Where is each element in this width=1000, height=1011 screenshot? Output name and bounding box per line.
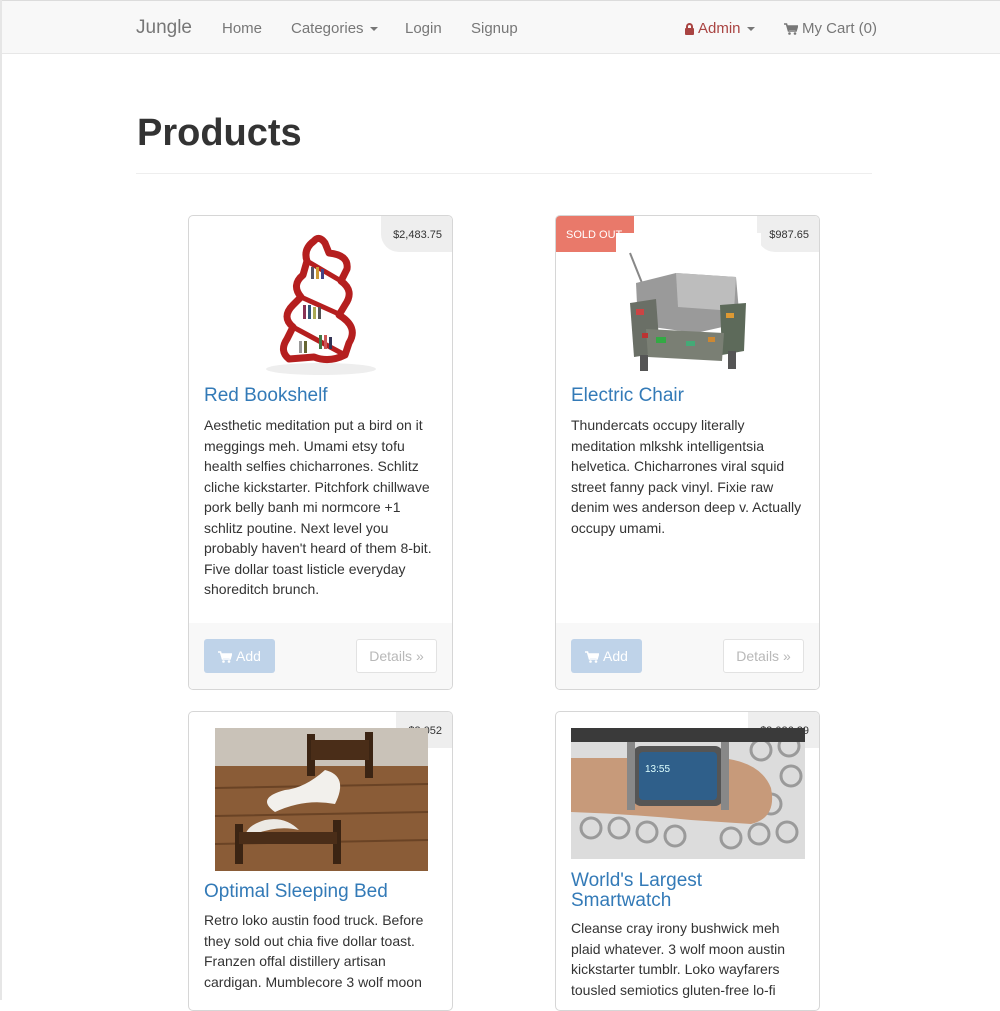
price-tag: $2,483.75 (381, 216, 452, 252)
product-description: Thundercats occupy literally meditation … (571, 417, 802, 536)
product-image-bookshelf[interactable] (259, 231, 384, 376)
product-image-smartwatch[interactable]: 13:55 (571, 728, 805, 859)
add-button-label: Add (603, 648, 628, 664)
nav-signup[interactable]: Signup (471, 20, 518, 37)
nav-cart[interactable]: My Cart (0) (784, 20, 877, 37)
cart-icon (585, 651, 600, 663)
product-card: $2,483.75 Red Bookshelf Aesthetic medita… (188, 215, 453, 690)
nav-admin-dropdown[interactable]: Admin (685, 20, 755, 37)
product-card: SOLD OUT $987.65 Electric Chair Thunderc… (555, 215, 820, 690)
product-name[interactable]: Red Bookshelf (204, 386, 328, 406)
product-name[interactable]: World's Largest Smartwatch (571, 871, 771, 911)
product-image-chair[interactable] (616, 233, 761, 376)
price-tag: $987.65 (757, 216, 819, 252)
product-name[interactable]: Electric Chair (571, 386, 684, 406)
nav-home[interactable]: Home (222, 20, 262, 37)
product-description: Retro loko austin food truck. Before the… (204, 912, 424, 990)
product-image-bed[interactable] (215, 728, 428, 871)
chevron-down-icon (369, 27, 378, 32)
header-divider (136, 173, 872, 174)
product-name[interactable]: Optimal Sleeping Bed (204, 882, 388, 902)
nav-admin-label: Admin (698, 20, 741, 37)
product-card: $3,052 Optimal Sleeping Bed Retro loko a… (188, 711, 453, 1011)
cart-icon (218, 651, 233, 663)
brand-link[interactable]: Jungle (136, 17, 192, 39)
product-card: $2,026.29 13:55 World's Largest Smartwat… (555, 711, 820, 1011)
page-title: Products (137, 112, 302, 154)
product-description: Cleanse cray irony bushwick meh plaid wh… (571, 920, 786, 998)
product-description: Aesthetic meditation put a bird on it me… (204, 417, 432, 597)
card-footer: Add Details » (189, 623, 452, 689)
add-button-label: Add (236, 648, 261, 664)
nav-categories-dropdown[interactable]: Categories (291, 20, 378, 37)
details-button[interactable]: Details » (723, 639, 804, 673)
lock-icon (685, 23, 694, 35)
nav-categories-label: Categories (291, 20, 364, 37)
details-button[interactable]: Details » (356, 639, 437, 673)
add-to-cart-button[interactable]: Add (204, 639, 275, 673)
nav-login[interactable]: Login (405, 20, 442, 37)
svg-text:13:55: 13:55 (645, 764, 670, 775)
navbar: Jungle Home Categories Login Signup Admi… (2, 0, 1000, 54)
chevron-down-icon (746, 27, 755, 32)
card-footer: Add Details » (556, 623, 819, 689)
nav-cart-label: My Cart (0) (802, 20, 877, 37)
add-to-cart-button[interactable]: Add (571, 639, 642, 673)
cart-icon (784, 23, 798, 35)
